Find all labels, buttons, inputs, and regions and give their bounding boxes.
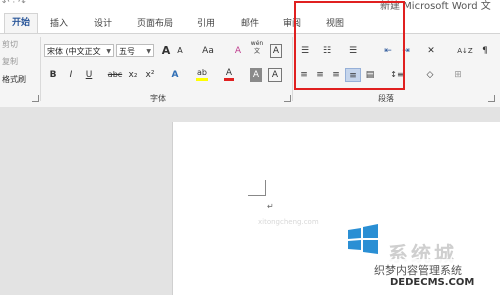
paragraph-mark: ↵ [267, 202, 274, 211]
shrink-font-button[interactable]: A [174, 44, 186, 58]
crop-mark-vertical [265, 180, 266, 196]
chevron-down-icon: ▼ [106, 48, 111, 55]
highlight-color-button[interactable]: ab [194, 66, 210, 81]
highlight-color-bar [196, 78, 208, 81]
quick-access-toolbar[interactable]: ↶ · ↷ [2, 0, 26, 8]
paragraph-group-label: 段落 [378, 94, 394, 103]
chevron-down-icon: ▼ [146, 48, 151, 55]
superscript-button[interactable]: x² [143, 68, 157, 82]
change-case-button[interactable]: Aa [198, 44, 218, 58]
tab-mailings[interactable]: 邮件 [241, 16, 259, 29]
sort-button[interactable]: A↓Z [456, 44, 474, 58]
tab-insert[interactable]: 插入 [50, 16, 68, 29]
tab-page-layout[interactable]: 页面布局 [137, 16, 173, 29]
enclose-characters-button[interactable]: A [270, 44, 282, 58]
font-size-combo[interactable]: 五号 ▼ [116, 44, 154, 57]
chinese-layout-button[interactable]: ✕ [422, 44, 440, 58]
tab-references[interactable]: 引用 [197, 16, 215, 29]
tab-home[interactable]: 开始 [4, 13, 38, 33]
ribbon-home: 剪切 复制 格式刷 宋体 (中文正文 ▼ 五号 ▼ A A Aa A wén 文… [0, 33, 500, 108]
character-border-button[interactable]: A [268, 68, 282, 82]
crop-mark-horizontal [248, 195, 266, 196]
font-launcher-icon[interactable] [284, 95, 291, 102]
windows-logo-icon [348, 224, 378, 254]
format-painter-button[interactable]: 格式刷 [2, 74, 26, 85]
show-marks-button[interactable]: ¶ [478, 44, 492, 58]
phonetic-guide-top: wén [250, 40, 264, 47]
phonetic-guide-bottom: 文 [253, 48, 260, 55]
character-shading-button[interactable]: A [250, 68, 262, 82]
subscript-button[interactable]: x₂ [126, 68, 140, 82]
watermark-url: xitongcheng.com [258, 218, 319, 226]
font-color-glyph: A [225, 68, 233, 78]
font-color-button[interactable]: A [222, 66, 236, 81]
borders-button[interactable]: ⊞ [450, 68, 466, 82]
phonetic-guide-button[interactable]: wén 文 [249, 40, 265, 58]
group-separator [292, 37, 293, 101]
watermark-badge-bottom: DEDECMS.COM [390, 277, 475, 288]
copy-button[interactable]: 复制 [2, 56, 18, 67]
font-color-bar [224, 78, 234, 81]
text-effects-button[interactable]: A [168, 68, 182, 82]
ribbon-tabs: 开始 插入 设计 页面布局 引用 邮件 审阅 视图 [0, 13, 500, 33]
highlight-glyph: ab [197, 68, 207, 77]
underline-button[interactable]: U [82, 68, 96, 82]
highlight-box [294, 1, 405, 90]
group-separator [40, 37, 41, 101]
font-name-combo[interactable]: 宋体 (中文正文 ▼ [44, 44, 114, 57]
clear-formatting-button[interactable]: A [232, 44, 244, 58]
clipboard-launcher-icon[interactable] [32, 95, 39, 102]
watermark-badge-top: 织梦内容管理系统 [374, 264, 462, 277]
font-name-value: 宋体 (中文正文 [47, 47, 101, 56]
italic-button[interactable]: I [64, 68, 78, 82]
bold-button[interactable]: B [46, 68, 60, 82]
font-size-value: 五号 [119, 47, 135, 56]
font-group-label: 字体 [150, 94, 166, 103]
paragraph-shading-button[interactable]: ◇ [422, 68, 438, 82]
tab-design[interactable]: 设计 [94, 16, 112, 29]
paragraph-launcher-icon[interactable] [488, 95, 495, 102]
cut-button[interactable]: 剪切 [2, 39, 18, 50]
title-bar: ↶ · ↷ 新建 Microsoft Word 文 [0, 0, 500, 13]
grow-font-button[interactable]: A [160, 44, 172, 58]
strikethrough-button[interactable]: abc [106, 68, 124, 82]
